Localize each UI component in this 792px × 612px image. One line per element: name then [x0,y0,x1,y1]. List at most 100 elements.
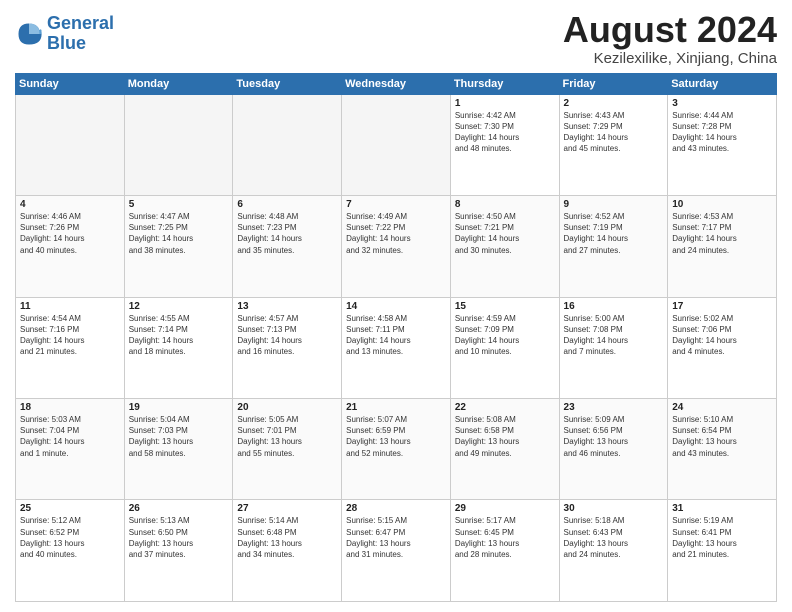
day-cell-29: 29Sunrise: 5:17 AM Sunset: 6:45 PM Dayli… [450,500,559,602]
day-cell-2: 2Sunrise: 4:43 AM Sunset: 7:29 PM Daylig… [559,94,668,195]
day-cell-27: 27Sunrise: 5:14 AM Sunset: 6:48 PM Dayli… [233,500,342,602]
day-number: 14 [346,301,446,312]
day-number: 28 [346,503,446,514]
day-info: Sunrise: 5:17 AM Sunset: 6:45 PM Dayligh… [455,515,555,560]
week-row-1: 4Sunrise: 4:46 AM Sunset: 7:26 PM Daylig… [16,196,777,297]
day-cell-13: 13Sunrise: 4:57 AM Sunset: 7:13 PM Dayli… [233,297,342,398]
logo-line1: General [47,14,114,34]
day-number: 7 [346,199,446,210]
day-info: Sunrise: 4:50 AM Sunset: 7:21 PM Dayligh… [455,211,555,256]
day-number: 11 [20,301,120,312]
day-info: Sunrise: 4:55 AM Sunset: 7:14 PM Dayligh… [129,313,229,358]
header-row: SundayMondayTuesdayWednesdayThursdayFrid… [16,73,777,94]
week-row-0: 1Sunrise: 4:42 AM Sunset: 7:30 PM Daylig… [16,94,777,195]
day-number: 25 [20,503,120,514]
day-number: 27 [237,503,337,514]
subtitle: Kezilexilike, Xinjiang, China [563,50,777,67]
day-info: Sunrise: 5:03 AM Sunset: 7:04 PM Dayligh… [20,414,120,459]
day-info: Sunrise: 5:12 AM Sunset: 6:52 PM Dayligh… [20,515,120,560]
day-cell-11: 11Sunrise: 4:54 AM Sunset: 7:16 PM Dayli… [16,297,125,398]
empty-cell [233,94,342,195]
day-number: 19 [129,402,229,413]
day-cell-20: 20Sunrise: 5:05 AM Sunset: 7:01 PM Dayli… [233,399,342,500]
day-info: Sunrise: 4:48 AM Sunset: 7:23 PM Dayligh… [237,211,337,256]
day-number: 3 [672,98,772,109]
col-header-thursday: Thursday [450,73,559,94]
day-info: Sunrise: 5:14 AM Sunset: 6:48 PM Dayligh… [237,515,337,560]
day-info: Sunrise: 5:13 AM Sunset: 6:50 PM Dayligh… [129,515,229,560]
calendar-table: SundayMondayTuesdayWednesdayThursdayFrid… [15,73,777,602]
day-info: Sunrise: 4:44 AM Sunset: 7:28 PM Dayligh… [672,110,772,155]
day-number: 4 [20,199,120,210]
empty-cell [16,94,125,195]
day-number: 5 [129,199,229,210]
day-info: Sunrise: 5:15 AM Sunset: 6:47 PM Dayligh… [346,515,446,560]
day-info: Sunrise: 4:42 AM Sunset: 7:30 PM Dayligh… [455,110,555,155]
day-number: 29 [455,503,555,514]
day-info: Sunrise: 5:18 AM Sunset: 6:43 PM Dayligh… [564,515,664,560]
day-cell-7: 7Sunrise: 4:49 AM Sunset: 7:22 PM Daylig… [342,196,451,297]
day-info: Sunrise: 4:52 AM Sunset: 7:19 PM Dayligh… [564,211,664,256]
day-cell-17: 17Sunrise: 5:02 AM Sunset: 7:06 PM Dayli… [668,297,777,398]
day-info: Sunrise: 5:09 AM Sunset: 6:56 PM Dayligh… [564,414,664,459]
day-info: Sunrise: 4:49 AM Sunset: 7:22 PM Dayligh… [346,211,446,256]
day-cell-23: 23Sunrise: 5:09 AM Sunset: 6:56 PM Dayli… [559,399,668,500]
day-cell-16: 16Sunrise: 5:00 AM Sunset: 7:08 PM Dayli… [559,297,668,398]
empty-cell [124,94,233,195]
day-number: 31 [672,503,772,514]
day-cell-6: 6Sunrise: 4:48 AM Sunset: 7:23 PM Daylig… [233,196,342,297]
day-cell-22: 22Sunrise: 5:08 AM Sunset: 6:58 PM Dayli… [450,399,559,500]
day-number: 13 [237,301,337,312]
day-number: 10 [672,199,772,210]
col-header-wednesday: Wednesday [342,73,451,94]
day-cell-19: 19Sunrise: 5:04 AM Sunset: 7:03 PM Dayli… [124,399,233,500]
day-info: Sunrise: 4:43 AM Sunset: 7:29 PM Dayligh… [564,110,664,155]
day-number: 20 [237,402,337,413]
day-cell-24: 24Sunrise: 5:10 AM Sunset: 6:54 PM Dayli… [668,399,777,500]
day-info: Sunrise: 5:07 AM Sunset: 6:59 PM Dayligh… [346,414,446,459]
day-number: 6 [237,199,337,210]
day-info: Sunrise: 5:00 AM Sunset: 7:08 PM Dayligh… [564,313,664,358]
page: General Blue August 2024 Kezilexilike, X… [0,0,792,612]
day-info: Sunrise: 5:05 AM Sunset: 7:01 PM Dayligh… [237,414,337,459]
day-number: 1 [455,98,555,109]
day-number: 26 [129,503,229,514]
day-cell-25: 25Sunrise: 5:12 AM Sunset: 6:52 PM Dayli… [16,500,125,602]
day-info: Sunrise: 4:53 AM Sunset: 7:17 PM Dayligh… [672,211,772,256]
day-info: Sunrise: 5:04 AM Sunset: 7:03 PM Dayligh… [129,414,229,459]
day-cell-21: 21Sunrise: 5:07 AM Sunset: 6:59 PM Dayli… [342,399,451,500]
col-header-tuesday: Tuesday [233,73,342,94]
day-number: 23 [564,402,664,413]
day-cell-9: 9Sunrise: 4:52 AM Sunset: 7:19 PM Daylig… [559,196,668,297]
day-cell-26: 26Sunrise: 5:13 AM Sunset: 6:50 PM Dayli… [124,500,233,602]
col-header-saturday: Saturday [668,73,777,94]
day-cell-30: 30Sunrise: 5:18 AM Sunset: 6:43 PM Dayli… [559,500,668,602]
day-info: Sunrise: 4:59 AM Sunset: 7:09 PM Dayligh… [455,313,555,358]
day-cell-28: 28Sunrise: 5:15 AM Sunset: 6:47 PM Dayli… [342,500,451,602]
day-number: 30 [564,503,664,514]
day-number: 15 [455,301,555,312]
week-row-2: 11Sunrise: 4:54 AM Sunset: 7:16 PM Dayli… [16,297,777,398]
day-info: Sunrise: 4:58 AM Sunset: 7:11 PM Dayligh… [346,313,446,358]
day-info: Sunrise: 4:47 AM Sunset: 7:25 PM Dayligh… [129,211,229,256]
day-info: Sunrise: 4:57 AM Sunset: 7:13 PM Dayligh… [237,313,337,358]
col-header-friday: Friday [559,73,668,94]
day-number: 24 [672,402,772,413]
day-cell-18: 18Sunrise: 5:03 AM Sunset: 7:04 PM Dayli… [16,399,125,500]
day-info: Sunrise: 5:10 AM Sunset: 6:54 PM Dayligh… [672,414,772,459]
day-cell-3: 3Sunrise: 4:44 AM Sunset: 7:28 PM Daylig… [668,94,777,195]
day-number: 22 [455,402,555,413]
day-number: 16 [564,301,664,312]
empty-cell [342,94,451,195]
day-cell-1: 1Sunrise: 4:42 AM Sunset: 7:30 PM Daylig… [450,94,559,195]
day-info: Sunrise: 5:08 AM Sunset: 6:58 PM Dayligh… [455,414,555,459]
week-row-3: 18Sunrise: 5:03 AM Sunset: 7:04 PM Dayli… [16,399,777,500]
month-title: August 2024 [563,10,777,50]
day-info: Sunrise: 4:54 AM Sunset: 7:16 PM Dayligh… [20,313,120,358]
day-info: Sunrise: 4:46 AM Sunset: 7:26 PM Dayligh… [20,211,120,256]
day-cell-8: 8Sunrise: 4:50 AM Sunset: 7:21 PM Daylig… [450,196,559,297]
day-cell-4: 4Sunrise: 4:46 AM Sunset: 7:26 PM Daylig… [16,196,125,297]
day-cell-10: 10Sunrise: 4:53 AM Sunset: 7:17 PM Dayli… [668,196,777,297]
logo-line2: Blue [47,34,114,54]
logo-icon [15,20,43,48]
